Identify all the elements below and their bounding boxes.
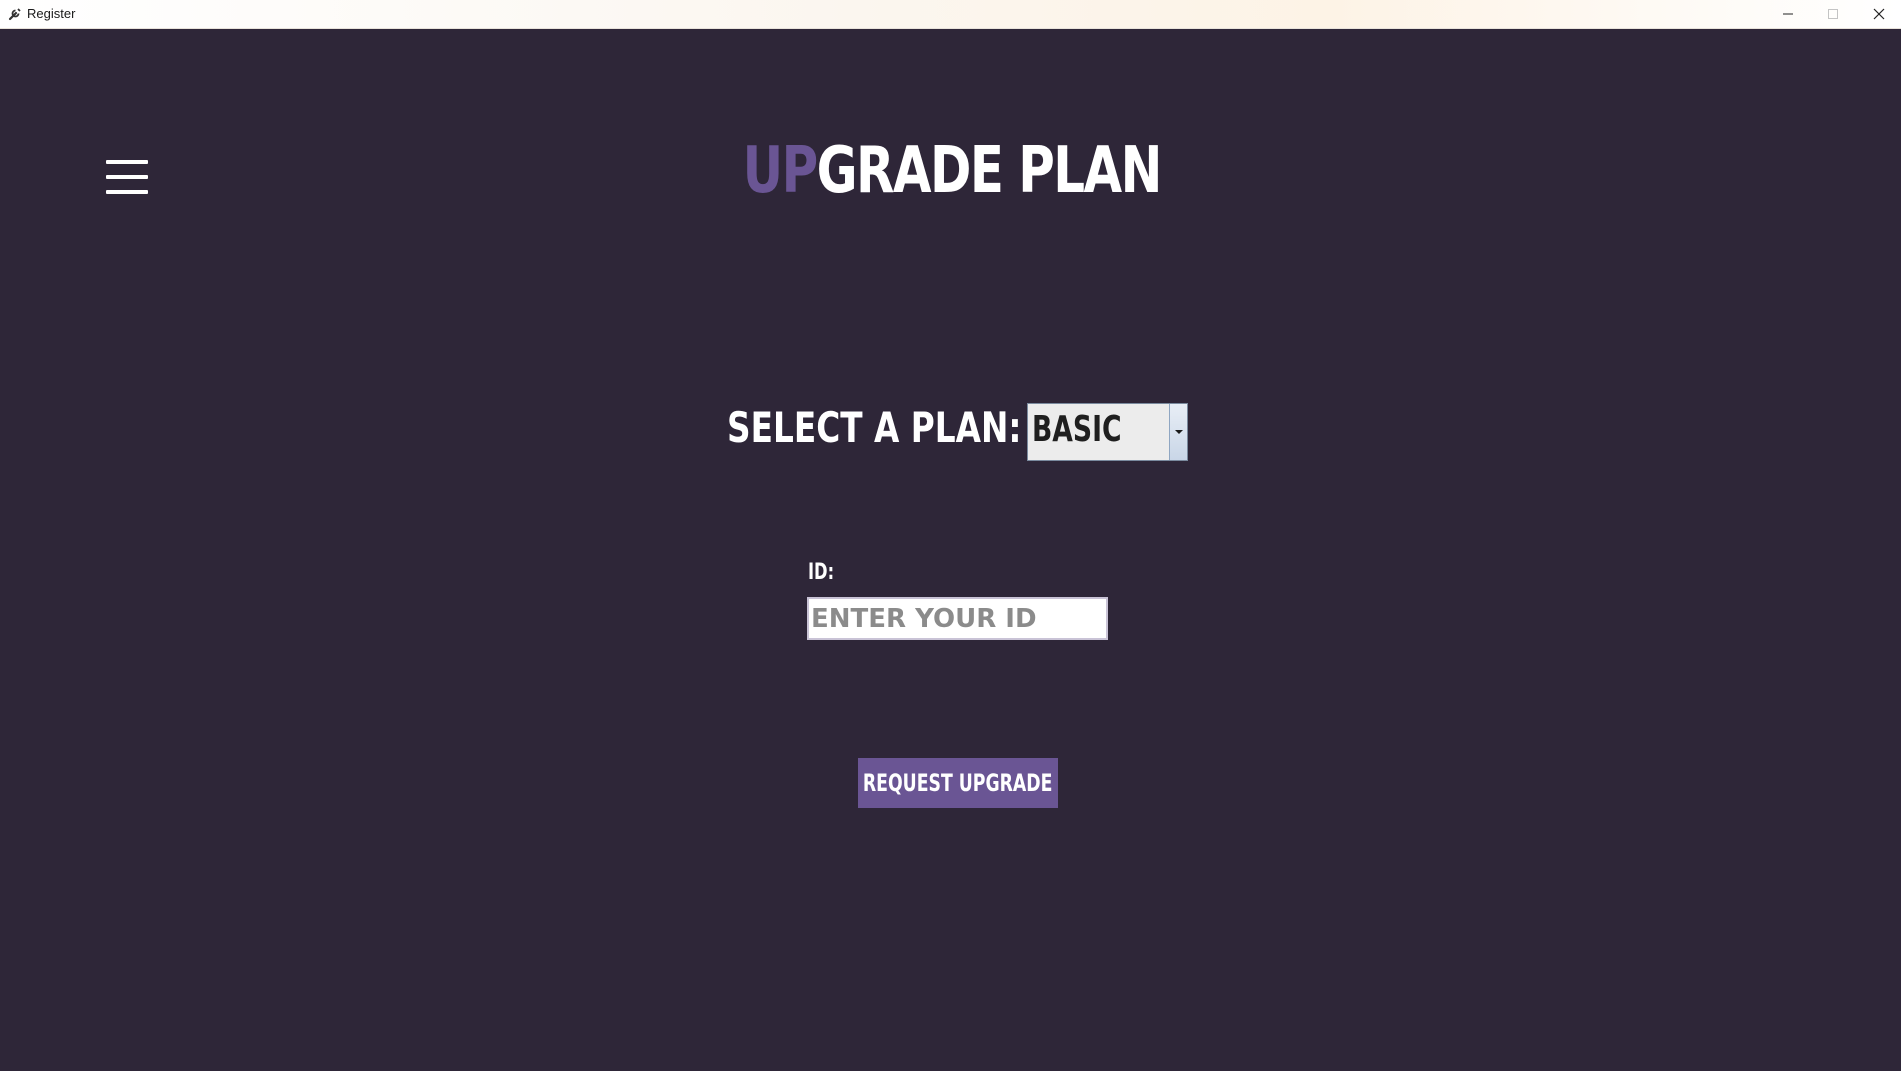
- select-plan-label: SELECT A PLAN:: [727, 403, 1022, 452]
- window-title: Register: [27, 6, 76, 21]
- page-title: UPGRADE PLAN: [210, 139, 1693, 203]
- hamburger-line: [106, 160, 148, 164]
- window-titlebar: Register: [0, 0, 1901, 29]
- chevron-down-icon: [1174, 430, 1183, 434]
- plan-dropdown-value: BASIC: [1032, 409, 1122, 450]
- plan-dropdown-arrow-button[interactable]: [1169, 404, 1187, 460]
- request-upgrade-button[interactable]: REQUEST UPGRADE: [858, 758, 1058, 808]
- close-icon: [1873, 8, 1884, 20]
- id-input[interactable]: [807, 597, 1108, 640]
- tools-icon: [8, 8, 21, 21]
- hamburger-line: [106, 190, 148, 194]
- page-title-rest: GRADE PLAN: [816, 134, 1163, 208]
- id-label: ID:: [808, 560, 835, 585]
- minimize-button[interactable]: [1765, 0, 1810, 28]
- close-button[interactable]: [1856, 0, 1901, 28]
- hamburger-menu-icon[interactable]: [106, 160, 148, 194]
- request-upgrade-label: REQUEST UPGRADE: [863, 769, 1053, 797]
- plan-dropdown[interactable]: BASIC: [1027, 403, 1188, 461]
- upgrade-plan-panel: UPGRADE PLAN SELECT A PLAN: BASIC ID: RE…: [0, 29, 1901, 1071]
- minimize-icon: [1782, 13, 1793, 15]
- hamburger-line: [106, 175, 148, 179]
- maximize-button[interactable]: [1810, 0, 1855, 28]
- page-title-accent: UP: [742, 134, 819, 208]
- maximize-icon: [1827, 9, 1838, 19]
